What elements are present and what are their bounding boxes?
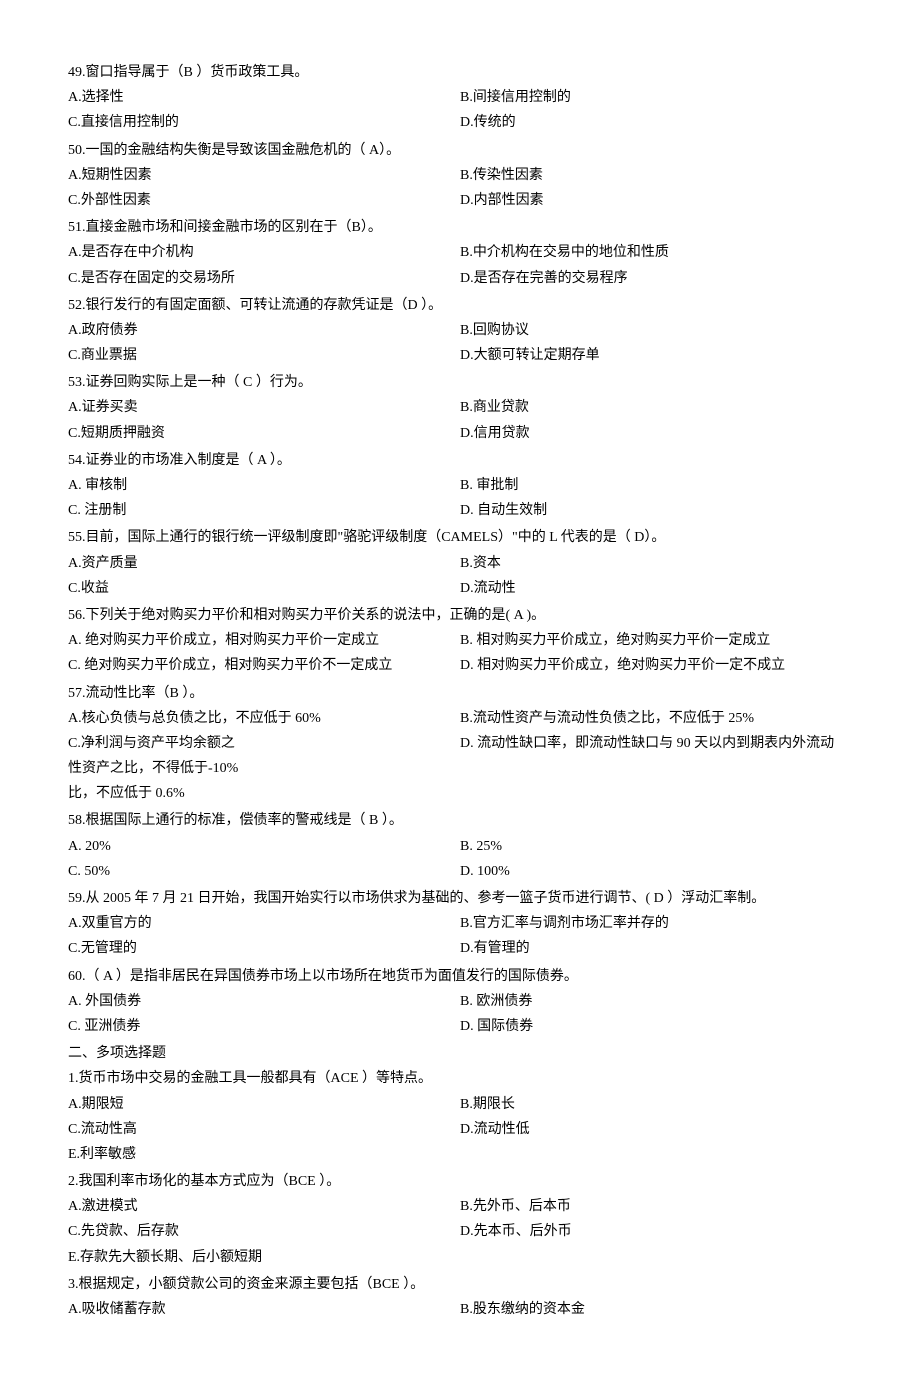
q50-opt-b: B.传染性因素 <box>460 163 852 188</box>
q50-opt-c: C.外部性因素 <box>68 188 460 213</box>
q57-tail1: 性资产之比，不得低于-10% <box>68 756 852 781</box>
q54-opt-a: A. 审核制 <box>68 473 460 498</box>
q57-opt-d: D. 流动性缺口率，即流动性缺口与 90 天以内到期表内外流动 <box>460 731 852 756</box>
m1-opt-a: A.期限短 <box>68 1092 460 1117</box>
m2-opt-b: B.先外币、后本币 <box>460 1194 852 1219</box>
q60-opt-c: C. 亚洲债券 <box>68 1014 460 1039</box>
q52-opt-a: A.政府债券 <box>68 318 460 343</box>
q55-opt-b: B.资本 <box>460 551 852 576</box>
m1-opt-b: B.期限长 <box>460 1092 852 1117</box>
q56-opt-a: A. 绝对购买力平价成立，相对购买力平价一定成立 <box>68 628 460 653</box>
q52-stem: 52.银行发行的有固定面额、可转让流通的存款凭证是（D ）。 <box>68 293 852 318</box>
q50-stem: 50.一国的金融结构失衡是导致该国金融危机的（ A）。 <box>68 138 852 163</box>
q53-opt-b: B.商业贷款 <box>460 395 852 420</box>
q52-opt-d: D.大额可转让定期存单 <box>460 343 852 368</box>
q59-opt-d: D.有管理的 <box>460 936 852 961</box>
q49-opt-d: D.传统的 <box>460 110 852 135</box>
m3-stem: 3.根据规定，小额贷款公司的资金来源主要包括（BCE ）。 <box>68 1272 852 1297</box>
q50-opt-d: D.内部性因素 <box>460 188 852 213</box>
q54-stem: 54.证券业的市场准入制度是（ A ）。 <box>68 448 852 473</box>
m2-opt-e: E.存款先大额长期、后小额短期 <box>68 1245 852 1270</box>
m2-stem: 2.我国利率市场化的基本方式应为（BCE ）。 <box>68 1169 852 1194</box>
q60-opt-d: D. 国际债券 <box>460 1014 852 1039</box>
q56-opt-d: D. 相对购买力平价成立，绝对购买力平价一定不成立 <box>460 653 852 678</box>
q51-opt-d: D.是否存在完善的交易程序 <box>460 266 852 291</box>
q49-opt-c: C.直接信用控制的 <box>68 110 460 135</box>
q53-opt-d: D.信用贷款 <box>460 421 852 446</box>
q50-opt-a: A.短期性因素 <box>68 163 460 188</box>
q55-stem: 55.目前，国际上通行的银行统一评级制度即"骆驼评级制度（CAMELS）"中的 … <box>68 525 852 550</box>
q56-stem: 56.下列关于绝对购买力平价和相对购买力平价关系的说法中，正确的是( A )。 <box>68 603 852 628</box>
q56-opt-b: B. 相对购买力平价成立，绝对购买力平价一定成立 <box>460 628 852 653</box>
q57-stem: 57.流动性比率（B ）。 <box>68 681 852 706</box>
q53-opt-a: A.证券买卖 <box>68 395 460 420</box>
q58-opt-c: C. 50% <box>68 859 460 884</box>
m2-opt-d: D.先本币、后外币 <box>460 1219 852 1244</box>
m1-opt-d: D.流动性低 <box>460 1117 852 1142</box>
q57-tail2: 比，不应低于 0.6% <box>68 781 852 806</box>
q53-stem: 53.证券回购实际上是一种（ C ）行为。 <box>68 370 852 395</box>
q55-opt-c: C.收益 <box>68 576 460 601</box>
q58-stem: 58.根据国际上通行的标准，偿债率的警戒线是（ B ）。 <box>68 808 852 833</box>
q57-opt-a: A.核心负债与总负债之比，不应低于 60% <box>68 706 460 731</box>
q55-opt-d: D.流动性 <box>460 576 852 601</box>
q51-opt-c: C.是否存在固定的交易场所 <box>68 266 460 291</box>
q59-stem: 59.从 2005 年 7 月 21 日开始，我国开始实行以市场供求为基础的、参… <box>68 886 852 911</box>
q57-opt-c: C.净利润与资产平均余额之 <box>68 731 460 756</box>
q56-opt-c: C. 绝对购买力平价成立，相对购买力平价不一定成立 <box>68 653 460 678</box>
q54-opt-d: D. 自动生效制 <box>460 498 852 523</box>
q49-opt-a: A.选择性 <box>68 85 460 110</box>
m1-stem: 1.货币市场中交易的金融工具一般都具有（ACE ）等特点。 <box>68 1066 852 1091</box>
m2-opt-c: C.先贷款、后存款 <box>68 1219 460 1244</box>
q53-opt-c: C.短期质押融资 <box>68 421 460 446</box>
q49-opt-b: B.间接信用控制的 <box>460 85 852 110</box>
q49-stem: 49.窗口指导属于（B ）货币政策工具。 <box>68 60 852 85</box>
q54-opt-c: C. 注册制 <box>68 498 460 523</box>
q52-opt-b: B.回购协议 <box>460 318 852 343</box>
q58-opt-d: D. 100% <box>460 859 852 884</box>
q58-opt-b: B. 25% <box>460 834 852 859</box>
q51-opt-a: A.是否存在中介机构 <box>68 240 460 265</box>
q59-opt-a: A.双重官方的 <box>68 911 460 936</box>
q51-opt-b: B.中介机构在交易中的地位和性质 <box>460 240 852 265</box>
m3-opt-a: A.吸收储蓄存款 <box>68 1297 460 1322</box>
q55-opt-a: A.资产质量 <box>68 551 460 576</box>
q59-opt-c: C.无管理的 <box>68 936 460 961</box>
q52-opt-c: C.商业票据 <box>68 343 460 368</box>
q60-stem: 60.（ A ）是指非居民在异国债券市场上以市场所在地货币为面值发行的国际债券。 <box>68 964 852 989</box>
q60-opt-b: B. 欧洲债券 <box>460 989 852 1014</box>
m1-opt-c: C.流动性高 <box>68 1117 460 1142</box>
m1-opt-e: E.利率敏感 <box>68 1142 852 1167</box>
q60-opt-a: A. 外国债券 <box>68 989 460 1014</box>
section2-title: 二、多项选择题 <box>68 1041 852 1066</box>
q57-opt-b: B.流动性资产与流动性负债之比，不应低于 25% <box>460 706 852 731</box>
m3-opt-b: B.股东缴纳的资本金 <box>460 1297 852 1322</box>
q59-opt-b: B.官方汇率与调剂市场汇率并存的 <box>460 911 852 936</box>
m2-opt-a: A.激进模式 <box>68 1194 460 1219</box>
q58-opt-a: A. 20% <box>68 834 460 859</box>
q54-opt-b: B. 审批制 <box>460 473 852 498</box>
q51-stem: 51.直接金融市场和间接金融市场的区别在于（B）。 <box>68 215 852 240</box>
